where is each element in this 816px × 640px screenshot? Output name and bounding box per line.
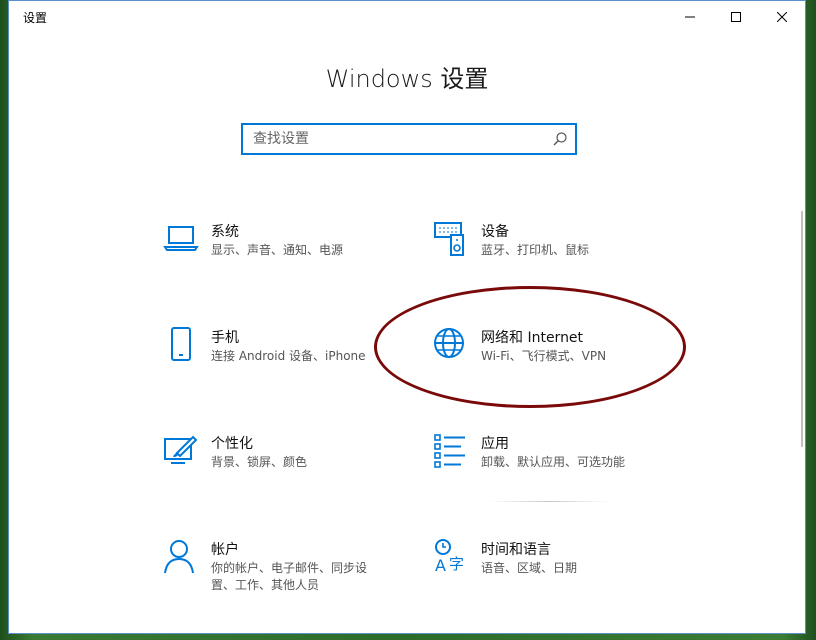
window-title: 设置 [23,10,48,25]
tile-subtitle: 显示、声音、通知、电源 [211,243,344,257]
highlight-ellipse [374,286,686,408]
tile-title: 设备 [481,224,509,240]
apps-icon [433,433,469,469]
svg-text:字: 字 [449,555,464,573]
person-icon [163,539,199,575]
maximize-icon [731,12,741,22]
tile-subtitle: 语音、区域、日期 [481,561,578,575]
search-box[interactable] [241,123,577,155]
tile-title: 应用 [481,436,509,452]
tile-phone[interactable]: 手机 连接 Android 设备、iPhone [163,327,403,387]
page-title: Windows 设置 [325,65,489,93]
minimize-icon [685,16,695,18]
close-icon [777,12,787,22]
tile-title: 帐户 [211,542,239,558]
search-input[interactable] [243,125,545,153]
tile-devices[interactable]: 设备 蓝牙、打印机、鼠标 [433,221,673,281]
tile-apps[interactable]: 应用 卸载、默认应用、可选功能 [433,433,673,493]
tile-accounts[interactable]: 帐户 你的帐户、电子邮件、同步设 置、工作、其他人员 [163,539,403,599]
maximize-button[interactable] [713,1,759,33]
tile-personalization[interactable]: 个性化 背景、锁屏、颜色 [163,433,403,493]
watermark: Bai度经验 jingyan.baidu.com [652,576,776,626]
svg-text:A: A [435,556,446,575]
tile-title: 个性化 [211,436,253,452]
tile-title: 系统 [211,224,239,240]
tile-subtitle-line2: 置、工作、其他人员 [211,578,320,592]
tile-title: 时间和语言 [481,542,551,558]
laptop-icon [163,221,199,257]
tile-subtitle: 卸载、默认应用、可选功能 [481,455,626,469]
minimize-button[interactable] [667,1,713,33]
watermark-brand: Bai度经验 [651,582,776,612]
tile-time-language[interactable]: A字 时间和语言 语音、区域、日期 [433,539,673,599]
search-icon[interactable] [545,132,575,146]
tile-subtitle-line1: 你的帐户、电子邮件、同步设 [211,561,368,575]
tile-subtitle: 连接 Android 设备、iPhone [211,349,366,363]
tile-subtitle: 蓝牙、打印机、鼠标 [481,243,590,257]
close-button[interactable] [759,1,805,33]
divider [489,501,609,502]
tile-subtitle: 背景、锁屏、颜色 [211,455,308,469]
tile-title: 手机 [211,330,239,346]
time-language-icon: A字 [433,539,469,575]
scrollbar[interactable] [801,211,803,447]
devices-icon [433,221,469,257]
personalization-icon [163,433,199,469]
title-bar[interactable]: 设置 [9,1,805,33]
window-controls [667,1,805,33]
watermark-url: jingyan.baidu.com [674,613,776,626]
phone-icon [163,327,199,363]
tile-system[interactable]: 系统 显示、声音、通知、电源 [163,221,403,281]
